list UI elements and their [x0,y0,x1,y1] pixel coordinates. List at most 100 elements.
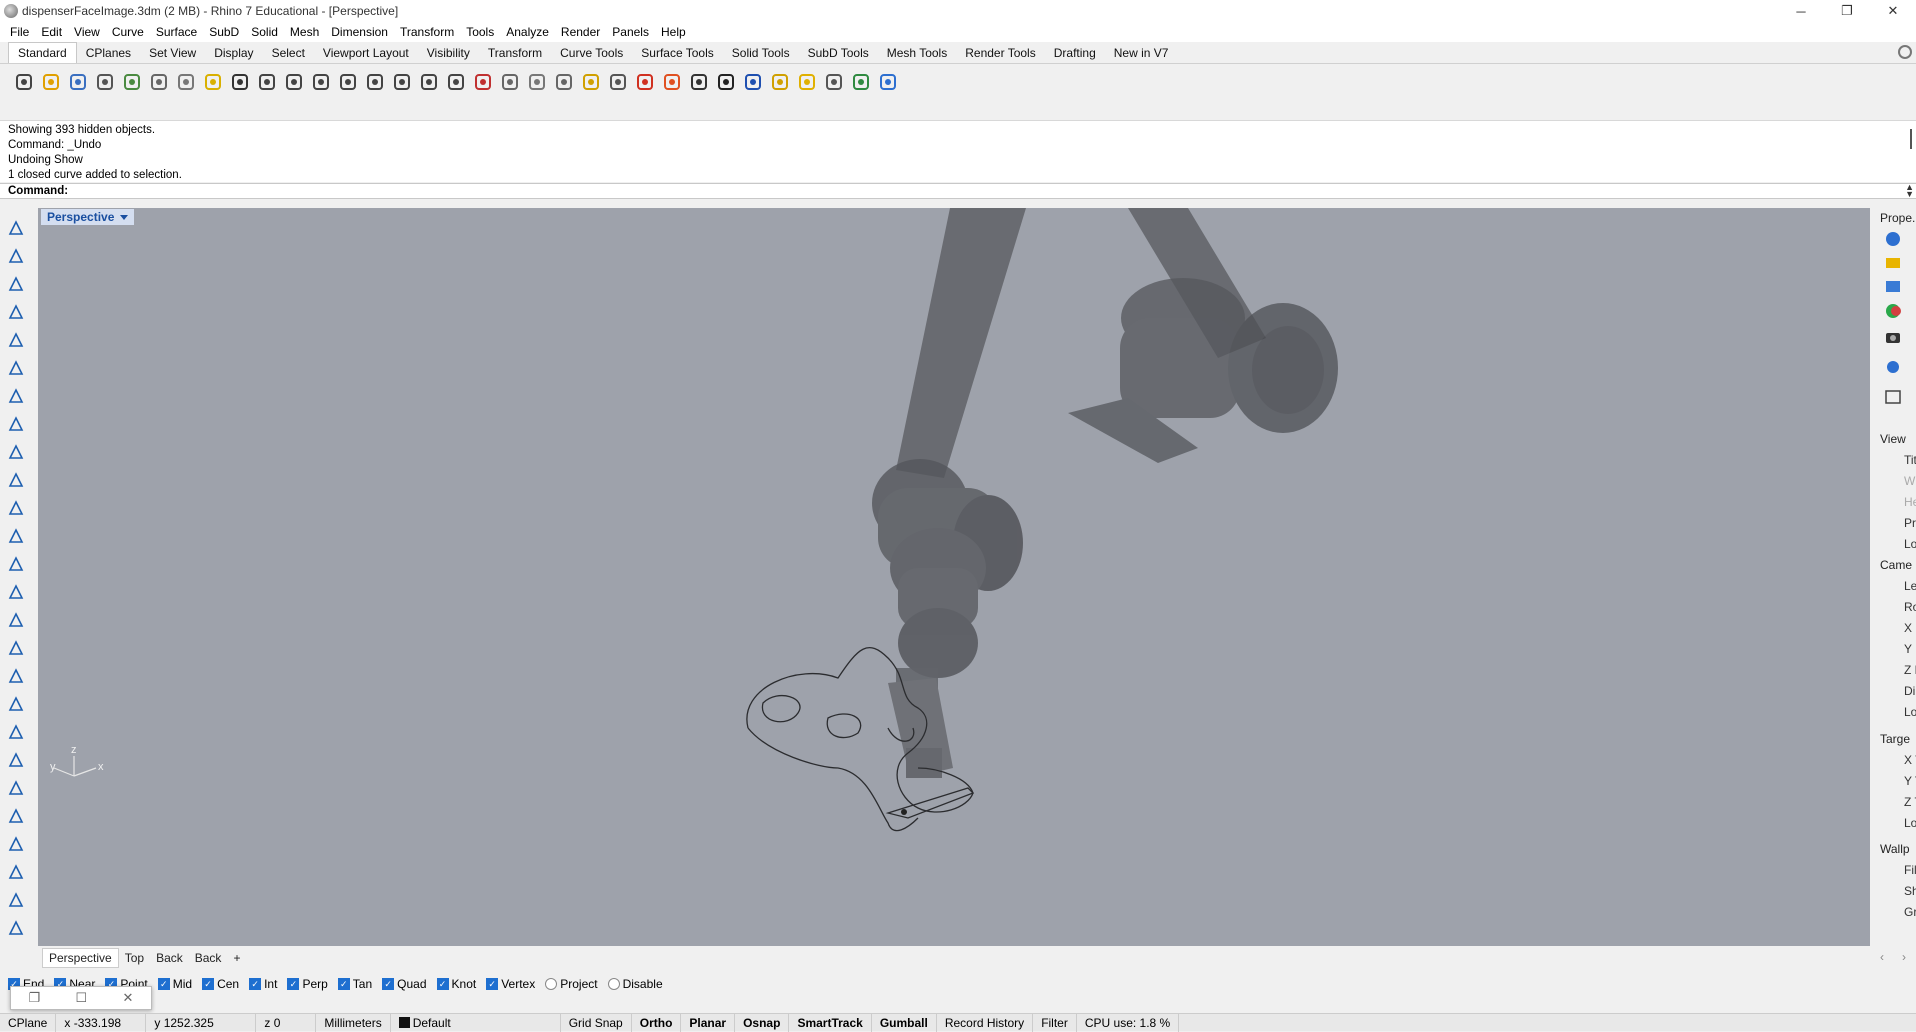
extrude-icon[interactable] [4,524,28,548]
curve-icon[interactable] [4,300,28,324]
checkbox-icon[interactable]: ✓ [249,978,262,990]
tab-select[interactable]: Select [263,43,314,63]
print-icon[interactable] [91,68,118,95]
checkbox-icon[interactable]: ✓ [337,978,350,990]
layers-icon[interactable] [1884,254,1906,272]
circle-icon[interactable] [4,328,28,352]
zoom-selected-icon[interactable] [388,68,415,95]
close-icon[interactable]: ✕ [122,990,133,1006]
menu-mesh[interactable]: Mesh [284,25,325,39]
vp-tab-back-2[interactable]: Back [189,949,228,967]
scroll-left-icon[interactable]: ‹ [1880,950,1884,964]
menu-tools[interactable]: Tools [460,25,500,39]
menu-solid[interactable]: Solid [245,25,284,39]
command-prompt[interactable]: Command: ▲ ▼ [0,183,1916,199]
undo-view-icon[interactable] [415,68,442,95]
menu-subd[interactable]: SubD [203,25,245,39]
menu-edit[interactable]: Edit [35,25,68,39]
sketch-icon[interactable] [496,68,523,95]
osnap-perp[interactable]: ✓ Perp [287,977,328,991]
menu-view[interactable]: View [68,25,106,39]
checkbox-icon[interactable]: ✓ [202,978,215,990]
tab-cplanes[interactable]: CPlanes [77,43,140,63]
status-grid-snap[interactable]: Grid Snap [561,1013,632,1032]
chevron-down-icon[interactable] [120,214,129,220]
menu-curve[interactable]: Curve [106,25,150,39]
checkbox-icon[interactable]: ✓ [157,978,170,990]
arc-icon[interactable] [4,356,28,380]
history-scrollbar[interactable] [1910,129,1912,149]
osnap-project[interactable]: Project [545,977,598,991]
status-smarttrack[interactable]: SmartTrack [789,1013,872,1032]
text-icon[interactable] [4,888,28,912]
gear-icon[interactable] [1898,45,1912,59]
copy-icon[interactable] [172,68,199,95]
zoom-window-icon[interactable] [334,68,361,95]
osnap-int[interactable]: ✓ Int [249,977,277,991]
osnap-mid[interactable]: ✓ Mid [157,977,192,991]
status-units[interactable]: Millimeters [316,1013,391,1032]
zoom-dynamic-icon[interactable] [307,68,334,95]
menu-render[interactable]: Render [555,25,606,39]
vp-tab-top[interactable]: Top [119,949,150,967]
polygon-icon[interactable] [4,384,28,408]
close-button[interactable]: ✕ [1870,0,1916,22]
undo-icon[interactable] [226,68,253,95]
osnap-knot[interactable]: ✓ Knot [436,977,476,991]
rotate-view-icon[interactable] [280,68,307,95]
scroll-right-icon[interactable]: › [1902,950,1906,964]
tab-curve-tools[interactable]: Curve Tools [551,43,632,63]
display-icon[interactable] [1884,278,1906,296]
materials-icon[interactable] [1884,302,1906,320]
tab-visibility[interactable]: Visibility [418,43,479,63]
sketch-tool-icon[interactable] [4,692,28,716]
minimize-button[interactable]: ─ [1778,0,1824,22]
boolean-icon[interactable] [4,580,28,604]
tab-viewport-layout[interactable]: Viewport Layout [314,43,418,63]
dimension-icon[interactable] [820,68,847,95]
vp-tab-perspective[interactable]: Perspective [42,948,119,968]
dimension-icon[interactable] [4,748,28,772]
more-tools-icon[interactable] [4,916,28,940]
tab-solid-tools[interactable]: Solid Tools [723,43,799,63]
options-icon[interactable] [793,68,820,95]
rectangle-icon[interactable] [4,412,28,436]
perspective-viewport[interactable]: z y x Perspective [38,208,1870,946]
maximize-icon[interactable]: ☐ [76,990,88,1006]
checkbox-icon[interactable]: ✓ [382,978,395,990]
lock-icon[interactable] [604,68,631,95]
status-gumball[interactable]: Gumball [872,1013,937,1032]
curve-tools-icon[interactable] [4,468,28,492]
viewport-frame-icon[interactable] [1884,388,1906,406]
menu-transform[interactable]: Transform [394,25,460,39]
color-icon[interactable] [658,68,685,95]
point-icon[interactable] [4,244,28,268]
move-icon[interactable] [4,720,28,744]
cplane-icon[interactable] [523,68,550,95]
osnap-quad[interactable]: ✓ Quad [382,977,427,991]
shade-icon[interactable] [712,68,739,95]
osnap-tan[interactable]: ✓ Tan [337,977,372,991]
four-viewports-icon[interactable] [442,68,469,95]
checkbox-icon[interactable]: ✓ [287,978,300,990]
osnap-disable[interactable]: Disable [607,977,663,991]
status-record-history[interactable]: Record History [937,1013,1034,1032]
cut-icon[interactable] [145,68,172,95]
tab-drafting[interactable]: Drafting [1045,43,1105,63]
menu-surface[interactable]: Surface [150,25,203,39]
status-ortho[interactable]: Ortho [632,1013,682,1032]
properties-icon[interactable] [550,68,577,95]
light-icon[interactable] [577,68,604,95]
status-layer[interactable]: Default [391,1013,561,1032]
surface-icon[interactable] [4,496,28,520]
menu-help[interactable]: Help [655,25,692,39]
tab-set-view[interactable]: Set View [140,43,205,63]
array-icon[interactable] [4,804,28,828]
status-osnap[interactable]: Osnap [735,1013,790,1032]
open-icon[interactable] [37,68,64,95]
zoom-extents-icon[interactable] [361,68,388,95]
car-icon[interactable] [469,68,496,95]
status-cplane[interactable]: CPlane [0,1013,57,1032]
menu-analyze[interactable]: Analyze [500,25,555,39]
osnap-cen[interactable]: ✓ Cen [202,977,239,991]
